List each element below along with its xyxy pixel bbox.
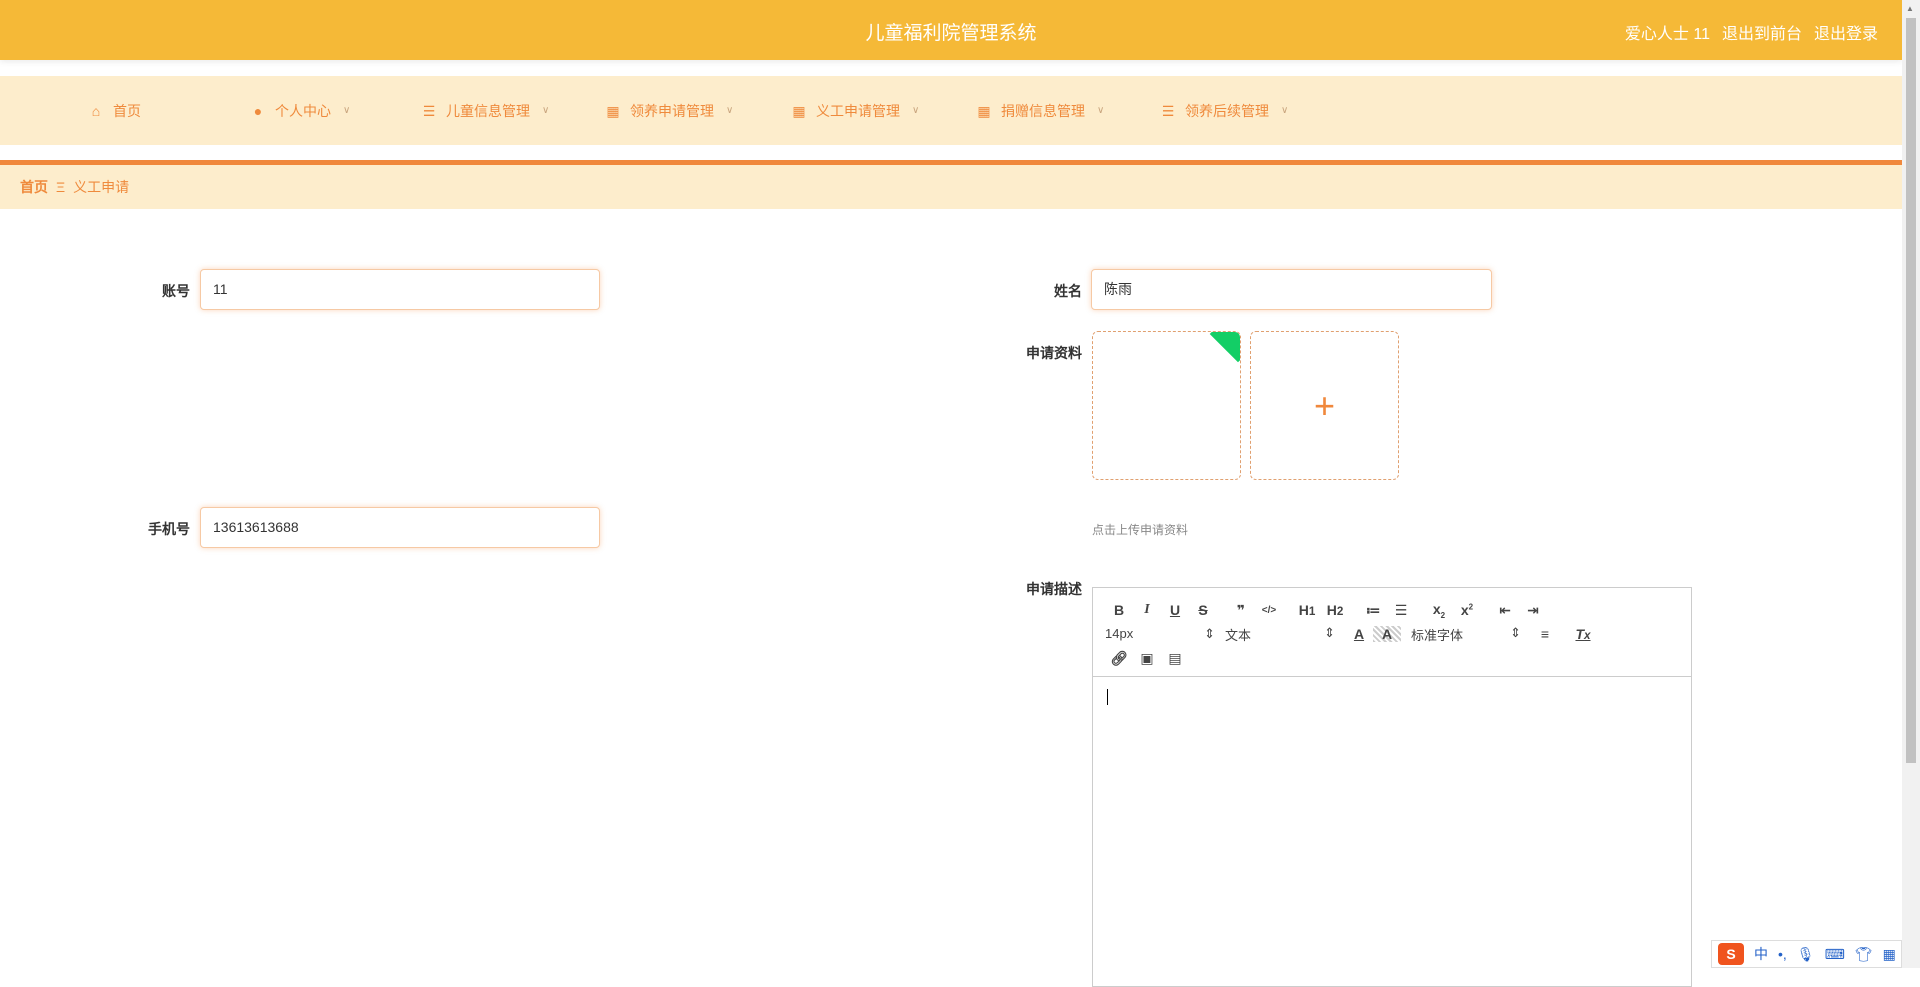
editor-toolbar: B I U S ❞ </> H1 H2 ≔ ☰ x2 x2 ⇤ ⇥ 14px ⇕ … — [1093, 588, 1691, 677]
h2-button[interactable]: H2 — [1321, 602, 1349, 618]
background-color-button[interactable]: A — [1373, 626, 1401, 642]
bold-button[interactable]: B — [1105, 602, 1133, 618]
font-family-value: 标准字体 — [1411, 627, 1464, 643]
list-icon: ☰ — [1161, 102, 1175, 119]
code-block-button[interactable]: </> — [1255, 605, 1283, 616]
list-icon: ☰ — [422, 102, 436, 119]
outdent-button[interactable]: ⇤ — [1491, 602, 1519, 619]
blockquote-button[interactable]: ❞ — [1227, 602, 1255, 619]
nav-label: 个人中心 — [275, 102, 331, 119]
uploaded-image[interactable] — [1092, 331, 1241, 480]
font-size-value: 14px — [1105, 626, 1134, 641]
font-color-button[interactable]: A — [1345, 626, 1373, 642]
chevron-down-icon: ∨ — [912, 105, 920, 116]
grid-icon: ▦ — [977, 102, 991, 119]
main-nav: ⌂ 首页 ● 个人中心 ∨ ☰ 儿童信息管理 ∨ ▦ 领养申请管理 ∨ ▦ 义工申请管理 ∨ ▦ 捐… — [0, 76, 1902, 145]
video-button[interactable]: ▤ — [1161, 650, 1189, 667]
user-name: 爱心人士 11 — [1624, 26, 1710, 43]
ime-lang[interactable]: 中 — [1754, 944, 1768, 964]
nav-volunteer-apply[interactable]: ▦ 义工申请管理 ∨ — [792, 76, 919, 145]
page-scrollbar[interactable]: ▲ — [1902, 0, 1920, 968]
image-button[interactable]: ▣ — [1133, 650, 1161, 667]
breadcrumb-separator: Ξ — [56, 179, 66, 195]
select-arrows-icon: ⇕ — [1510, 624, 1521, 640]
skin-icon[interactable]: 👕︎ — [1855, 946, 1873, 963]
font-size-select[interactable]: 14px ⇕ — [1105, 626, 1215, 642]
plus-icon: + — [1313, 384, 1336, 426]
nav-label: 首页 — [113, 102, 141, 119]
clear-format-button[interactable]: Tx — [1569, 626, 1597, 642]
select-arrows-icon: ⇕ — [1324, 624, 1335, 640]
nav-adoption-followup[interactable]: ☰ 领养后续管理 ∨ — [1161, 76, 1289, 145]
nav-donation-info[interactable]: ▦ 捐赠信息管理 ∨ — [977, 76, 1104, 145]
breadcrumb-home[interactable]: 首页 — [20, 177, 48, 197]
nav-label: 领养后续管理 — [1185, 102, 1269, 119]
upload-button[interactable]: + — [1250, 331, 1399, 480]
account-label: 账号 — [162, 283, 190, 299]
link-button[interactable]: 🔗︎ — [1105, 650, 1133, 667]
nav-adoption-apply[interactable]: ▦ 领养申请管理 ∨ — [606, 76, 733, 145]
description-label: 申请描述 — [1026, 581, 1082, 597]
editor-content[interactable] — [1093, 677, 1691, 720]
strike-button[interactable]: S — [1189, 602, 1217, 618]
chevron-down-icon: ∨ — [726, 105, 734, 116]
italic-button[interactable]: I — [1133, 602, 1161, 618]
breadcrumb-current: 义工申请 — [73, 179, 130, 195]
text-cursor — [1107, 689, 1108, 705]
phone-input[interactable]: 13613613688 — [200, 507, 600, 548]
rich-text-editor: B I U S ❞ </> H1 H2 ≔ ☰ x2 x2 ⇤ ⇥ 14px ⇕ … — [1092, 587, 1692, 987]
ordered-list-button[interactable]: ≔ — [1359, 602, 1387, 619]
block-type-value: 文本 — [1225, 627, 1252, 643]
nav-label: 捐赠信息管理 — [1001, 102, 1085, 119]
phone-label: 手机号 — [148, 521, 190, 537]
breadcrumb: 首页 Ξ 义工申请 — [0, 165, 1902, 209]
account-input[interactable]: 11 — [200, 269, 600, 310]
nav-home[interactable]: ⌂ 首页 — [89, 76, 141, 145]
keyboard-icon[interactable]: ⌨ — [1825, 946, 1845, 963]
nav-personal-center[interactable]: ● 个人中心 ∨ — [251, 76, 351, 145]
chevron-down-icon: ∨ — [1281, 105, 1289, 116]
nav-label: 儿童信息管理 — [446, 102, 530, 119]
chevron-down-icon: ∨ — [542, 105, 550, 116]
user-icon: ● — [253, 102, 263, 119]
underline-button[interactable]: U — [1161, 602, 1189, 618]
nav-label: 义工申请管理 — [816, 102, 900, 119]
sogou-logo-icon: S — [1718, 943, 1744, 965]
upload-hint: 点击上传申请资料 — [1092, 523, 1189, 537]
subscript-button[interactable]: x2 — [1425, 601, 1453, 620]
top-header: 儿童福利院管理系统 爱心人士 11 退出到前台 退出登录 — [0, 0, 1902, 60]
align-button[interactable]: ≡ — [1531, 626, 1559, 642]
h1-button[interactable]: H1 — [1293, 602, 1321, 618]
home-icon: ⌂ — [91, 102, 101, 119]
punctuation-icon[interactable]: •, — [1778, 946, 1787, 962]
scrollbar-thumb[interactable] — [1906, 18, 1916, 763]
bullet-list-button[interactable]: ☰ — [1387, 602, 1415, 619]
ime-toolbar[interactable]: S 中 •, 🎙︎ ⌨ 👕︎ ▦ — [1711, 940, 1902, 968]
nav-child-info[interactable]: ☰ 儿童信息管理 ∨ — [422, 76, 550, 145]
logout-link[interactable]: 退出登录 — [1814, 20, 1878, 44]
select-arrows-icon: ⇕ — [1204, 626, 1215, 641]
superscript-button[interactable]: x2 — [1453, 602, 1481, 618]
font-family-select[interactable]: 标准字体 ⇕ — [1411, 625, 1521, 644]
indent-button[interactable]: ⇥ — [1519, 602, 1547, 619]
success-corner-icon — [1209, 332, 1240, 363]
app-title: 儿童福利院管理系统 — [865, 23, 1037, 44]
scroll-up-icon: ▲ — [1906, 4, 1914, 13]
name-input[interactable]: 陈雨 — [1091, 269, 1492, 310]
nav-label: 领养申请管理 — [630, 102, 714, 119]
block-type-select[interactable]: 文本 ⇕ — [1225, 625, 1335, 644]
material-label: 申请资料 — [1026, 345, 1082, 361]
chevron-down-icon: ∨ — [1097, 105, 1105, 116]
name-label: 姓名 — [1054, 283, 1082, 299]
grid-icon: ▦ — [606, 102, 620, 119]
grid-icon: ▦ — [792, 102, 806, 119]
mic-icon[interactable]: 🎙︎ — [1797, 946, 1815, 963]
chevron-down-icon: ∨ — [343, 105, 351, 116]
apps-icon[interactable]: ▦ — [1883, 946, 1896, 963]
exit-to-front-link[interactable]: 退出到前台 — [1722, 20, 1802, 44]
